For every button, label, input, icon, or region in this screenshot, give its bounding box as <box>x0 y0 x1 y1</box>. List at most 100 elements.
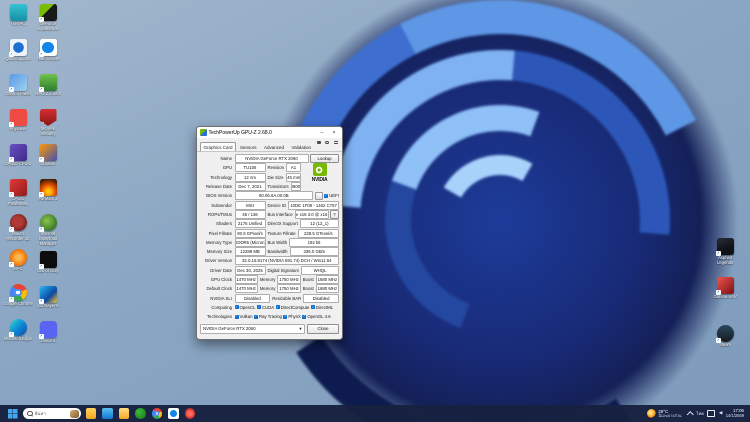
tab-advanced[interactable]: Advanced <box>261 142 288 151</box>
directcompute-checkbox[interactable]: ✓DirectCompute <box>276 305 310 310</box>
bus-interface-label: Bus Interface <box>267 212 293 217</box>
desktop-icon-anydesk[interactable]: ↗AnyDesk <box>3 109 33 139</box>
cpu-z-icon: ↗ <box>10 144 27 161</box>
display-tray-icon[interactable] <box>707 410 715 417</box>
checkbox-check-icon: ✓ <box>324 194 328 198</box>
release-date-label: Release Date <box>199 184 233 189</box>
default-clock-label: Default Clock <box>199 286 233 291</box>
shaders-value: 12 (12_1) <box>300 219 339 228</box>
cuda-checkbox[interactable]: ✓CUDA <box>257 305 274 310</box>
lookup-button[interactable]: Lookup <box>310 154 339 163</box>
desktop-icon-discord[interactable]: ↗Discord <box>33 321 63 351</box>
desktop-icon-teamviewer[interactable]: ↗TeamViewer <box>33 39 63 69</box>
desktop-icon-gpu-z[interactable]: ↗GPU-Z 2.68.0 <box>33 74 63 104</box>
gpuz-rows: NVIDIA NameNVIDIA GeForce RTX 2060Lookup… <box>197 152 342 321</box>
close-button[interactable]: Close <box>307 324 339 334</box>
language-indicator[interactable]: ไทย <box>696 410 703 417</box>
desktop-icon-edge[interactable]: ↗Microsoft Edge <box>3 319 33 349</box>
gpu-clock-value: 1750 MHz <box>277 275 300 284</box>
desktop-icon-label: GeForce Experience <box>33 22 63 32</box>
pixel-fillrate-value: 228.5 GTexel/s <box>298 229 339 238</box>
desktop-icon-cod[interactable]: ↗Call of Duty <box>33 251 63 281</box>
shortcut-arrow-icon: ↗ <box>39 299 44 304</box>
desktop-icon-label: Internet Download Manager <box>33 232 63 246</box>
theme-icon[interactable] <box>324 140 331 146</box>
pixel-fillrate-value: 80.6 GPixel/s <box>235 229 266 238</box>
gpu-clock-value: 1680 MHz <box>316 275 339 284</box>
taskbar-icon-folder[interactable] <box>118 407 131 420</box>
shortcut-arrow-icon: ↗ <box>39 17 44 22</box>
opengl-4-6-checkbox[interactable]: ✓OpenGL 4.6 <box>302 314 330 319</box>
desktop-icon-rov[interactable]: ↗Garena RoV <box>710 277 740 307</box>
desktop-icon-powermax[interactable]: ↗CPUID PowerMax <box>3 179 33 209</box>
gpuz-bottom-bar: NVIDIA GeForce RTX 2060 ▾ Close <box>197 321 342 334</box>
directml-checkbox[interactable]: ✓DirectML <box>311 305 333 310</box>
file-explorer-icon <box>86 408 97 419</box>
screenshot-camera-icon[interactable] <box>315 140 322 146</box>
ray-tracing-checkbox[interactable]: ✓Ray Tracing <box>254 314 282 319</box>
row-memory-size: Memory Size12288 MBBandwidth336.0 GB/s <box>197 247 342 256</box>
resizable-bar-label: Resizable BAR <box>272 296 302 301</box>
tab-validation[interactable]: Validation <box>288 142 314 151</box>
bus-interface-query-button[interactable]: ? <box>330 210 339 219</box>
bios-save-icon[interactable] <box>315 192 323 200</box>
gpu-select[interactable]: NVIDIA GeForce RTX 2060 ▾ <box>200 324 305 334</box>
menu-icon[interactable] <box>332 140 339 146</box>
start-button[interactable] <box>6 407 19 420</box>
shortcut-arrow-icon: ↗ <box>39 227 44 232</box>
taskbar-icon-store[interactable] <box>101 407 114 420</box>
row-driver-version: Driver Version32.0.15.9174 (NVIDIA 591.7… <box>197 256 342 265</box>
desktop-icon-furmark[interactable]: ↗FurMark 2 <box>33 179 63 209</box>
desktop-icon-cpu-z[interactable]: ↗CPUID CPU-Z <box>3 144 33 174</box>
desktop-icon-macro-recorder[interactable]: ↗Macro Recorder 10 <box>3 214 33 244</box>
desktop-icon-steam[interactable]: ↗Steam <box>710 325 740 355</box>
desktop-icon-label: CPUID PowerMax <box>3 197 33 207</box>
gpu-value: TU106 <box>235 163 266 172</box>
computing-label: Computing <box>199 305 233 310</box>
minimize-button[interactable]: – <box>317 129 327 137</box>
desktop-icon-geforce-experience[interactable]: ↗GeForce Experience <box>33 4 63 34</box>
search-input[interactable]: ค้นหา <box>23 408 81 419</box>
tab-graphics-card[interactable]: Graphics Card <box>200 142 236 151</box>
desktop-icon-chrome[interactable]: ↗Google Chrome <box>3 284 33 314</box>
desktop-icon-ldplayer[interactable]: ↗LDPlayer9 <box>33 286 63 316</box>
opencl-checkbox[interactable]: ✓OpenCL <box>235 305 256 310</box>
desktop-icon-quicksupport[interactable]: ↗QuickSupport <box>3 39 33 69</box>
close-window-button[interactable]: × <box>329 129 339 137</box>
taskbar-icon-teamviewer[interactable] <box>167 407 180 420</box>
taskbar-icon-record[interactable] <box>184 407 197 420</box>
tab-sensors[interactable]: Sensors <box>237 142 261 151</box>
geforce-experience-icon: ↗ <box>40 4 57 21</box>
gpuz-titlebar[interactable]: TechPowerUp GPU-Z 2.68.0 – × <box>197 127 342 138</box>
taskbar-icon-xbox[interactable] <box>134 407 147 420</box>
weather-sun-icon <box>647 409 656 418</box>
desktop-icon-this-pc[interactable]: This PC <box>3 4 33 34</box>
weather-widget[interactable]: 29°C มีเมฆบางส่วน <box>644 409 685 419</box>
desktop-icon-asphalt[interactable]: ↗Asphalt Legends <box>710 238 740 268</box>
speaker-icon[interactable]: ◀ <box>719 411 722 416</box>
gpuz-tabs: Graphics CardSensorsAdvancedValidation <box>197 138 342 152</box>
clock-date: 14/1/2569 <box>726 414 744 419</box>
system-tray: ไทย ◀ 17:06 14/1/2569 <box>688 408 744 418</box>
clock[interactable]: 17:06 14/1/2569 <box>726 408 744 418</box>
desktop-icon-3dmark[interactable]: ↗3DMark <box>33 144 63 174</box>
desktop-icon-idm[interactable]: ↗Internet Download Manager <box>33 214 63 246</box>
search-highlight-image[interactable] <box>70 410 79 418</box>
uefi-checkbox[interactable]: ✓UEFI <box>324 193 339 198</box>
driver-date-value: Dec 30, 2025 <box>235 266 266 275</box>
taskbar-icon-file-explorer[interactable] <box>85 407 98 420</box>
taskbar-icon-chrome[interactable] <box>151 407 164 420</box>
desktop-icon-mcafee[interactable]: ↗McAfee Security <box>33 109 63 139</box>
weather-desc: มีเมฆบางส่วน <box>658 414 681 418</box>
tray-chevron-up-icon[interactable] <box>688 411 694 417</box>
desktop-icon-mpc-hc[interactable]: ↗MPC <box>3 249 33 279</box>
checkbox-check-icon: ✓ <box>235 305 239 309</box>
vulkan-checkbox[interactable]: ✓Vulkan <box>235 314 253 319</box>
desktop-icon-control-panel[interactable]: ↗Control Panel <box>3 74 33 104</box>
physx-checkbox[interactable]: ✓PhysX <box>283 314 300 319</box>
checkbox-check-icon: ✓ <box>283 315 287 319</box>
shaders-value: 2176 Unified <box>235 219 266 228</box>
shortcut-arrow-icon: ↗ <box>39 87 44 92</box>
row-driver-date: Driver DateDec 30, 2025Digital Signature… <box>197 266 342 275</box>
row-default-clock: Default Clock1470 MHzMemory1750 MHzBoost… <box>197 284 342 293</box>
